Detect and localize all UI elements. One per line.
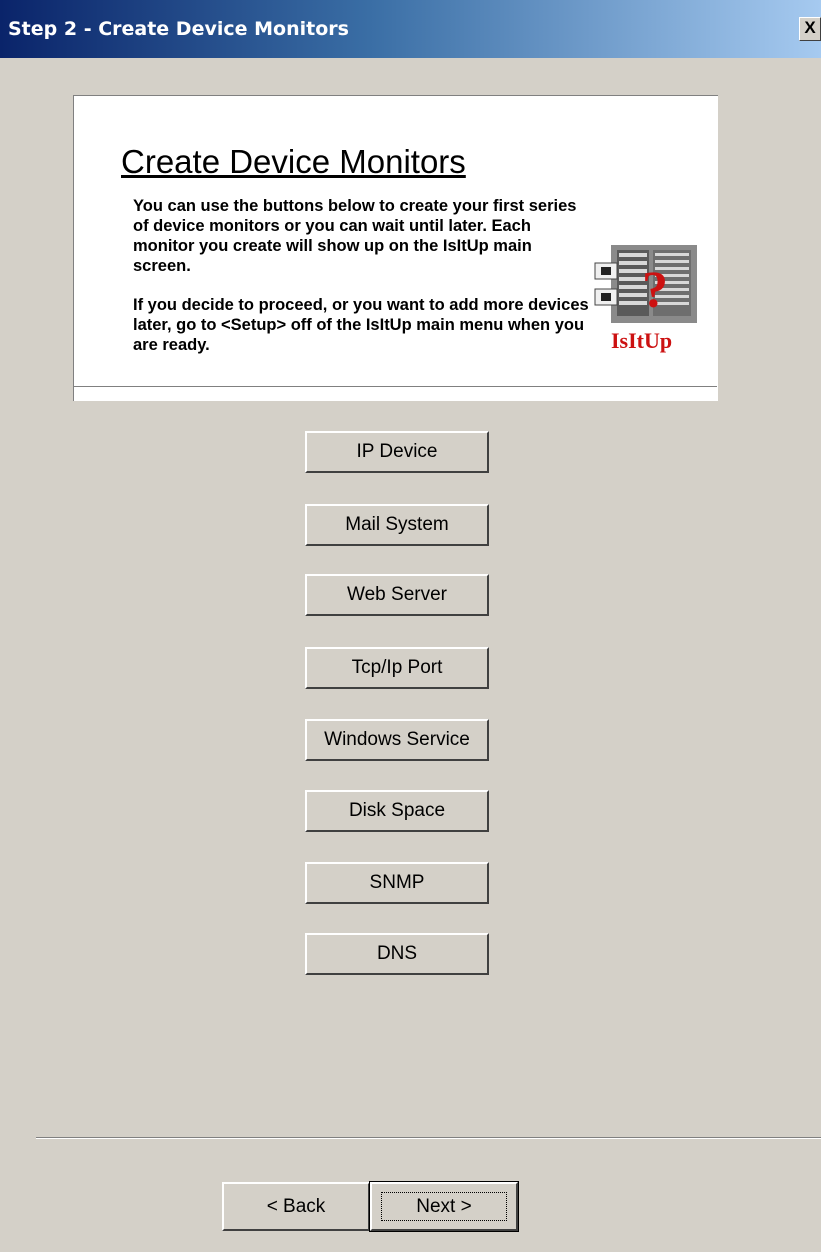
- focus-indicator: [381, 1192, 507, 1221]
- back-button[interactable]: < Back: [222, 1182, 370, 1231]
- footer-separator: [36, 1137, 821, 1139]
- tcp-ip-port-button[interactable]: Tcp/Ip Port: [305, 647, 489, 689]
- header-divider: [74, 386, 717, 388]
- header-paragraph-intro: You can use the buttons below to create …: [133, 197, 577, 275]
- isitup-logo-text: IsItUp: [611, 328, 673, 353]
- dns-button[interactable]: DNS: [305, 933, 489, 975]
- header-paragraph-setup: If you decide to proceed, or you want to…: [133, 296, 589, 354]
- mail-system-button[interactable]: Mail System: [305, 504, 489, 546]
- snmp-button[interactable]: SNMP: [305, 862, 489, 904]
- disk-space-button[interactable]: Disk Space: [305, 790, 489, 832]
- next-button[interactable]: Next >: [369, 1181, 519, 1232]
- header-title: Create Device Monitors: [121, 143, 466, 180]
- header-panel: Create Device Monitors You can use the b…: [73, 95, 718, 401]
- svg-text:?: ?: [642, 262, 668, 319]
- windows-service-button[interactable]: Windows Service: [305, 719, 489, 761]
- web-server-button[interactable]: Web Server: [305, 574, 489, 616]
- close-button[interactable]: X: [799, 17, 821, 41]
- title-bar: Step 2 - Create Device Monitors X: [0, 0, 821, 58]
- wizard-window: Step 2 - Create Device Monitors X Create…: [0, 0, 821, 1252]
- header-description: You can use the buttons below to create …: [133, 196, 593, 374]
- ip-device-button[interactable]: IP Device: [305, 431, 489, 473]
- window-title: Step 2 - Create Device Monitors: [8, 18, 349, 40]
